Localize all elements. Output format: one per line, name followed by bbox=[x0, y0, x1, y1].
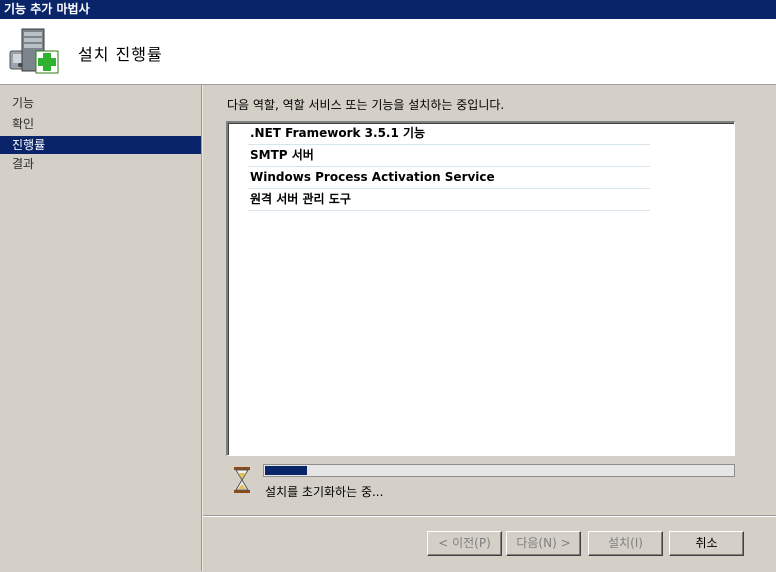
install-button[interactable]: 설치(I) bbox=[588, 531, 663, 556]
wizard-header: 설치 진행률 bbox=[0, 19, 776, 85]
sidebar-item-results[interactable]: 결과 bbox=[0, 154, 201, 175]
server-add-icon bbox=[9, 28, 59, 74]
description-text: 다음 역할, 역할 서비스 또는 기능을 설치하는 중입니다. bbox=[227, 98, 505, 112]
progress-bar bbox=[263, 464, 735, 477]
next-button[interactable]: 다음(N) > bbox=[506, 531, 581, 556]
progress-content: 다음 역할, 역할 서비스 또는 기능을 설치하는 중입니다. .NET Fra… bbox=[203, 85, 776, 515]
wizard-footer: < 이전(P) 다음(N) > 설치(I) 취소 bbox=[203, 515, 776, 572]
list-item: 원격 서버 관리 도구 bbox=[248, 189, 650, 211]
progress-status-text: 설치를 초기화하는 중... bbox=[265, 485, 384, 499]
wizard-steps-sidebar: 기능 확인 진행률 결과 bbox=[0, 85, 202, 571]
sidebar-item-confirm[interactable]: 확인 bbox=[0, 114, 201, 135]
cancel-button[interactable]: 취소 bbox=[669, 531, 744, 556]
list-item: SMTP 서버 bbox=[248, 145, 650, 167]
wizard-window: 기능 추가 마법사 설치 진행률 기능 확인 진행률 결과 다음 역할, 역할 … bbox=[0, 0, 776, 572]
prev-button[interactable]: < 이전(P) bbox=[427, 531, 502, 556]
page-title: 설치 진행률 bbox=[78, 45, 163, 64]
list-item: .NET Framework 3.5.1 기능 bbox=[248, 123, 650, 145]
sidebar-item-progress[interactable]: 진행률 bbox=[0, 136, 201, 154]
installing-items-list[interactable]: .NET Framework 3.5.1 기능 SMTP 서버 Windows … bbox=[226, 121, 735, 456]
progress-fill bbox=[265, 466, 307, 475]
hourglass-icon bbox=[234, 467, 250, 493]
progress-area: 설치를 초기화하는 중... bbox=[232, 464, 737, 504]
list-item: Windows Process Activation Service bbox=[248, 167, 650, 189]
sidebar-item-features[interactable]: 기능 bbox=[0, 93, 201, 114]
window-title: 기능 추가 마법사 bbox=[0, 0, 776, 19]
